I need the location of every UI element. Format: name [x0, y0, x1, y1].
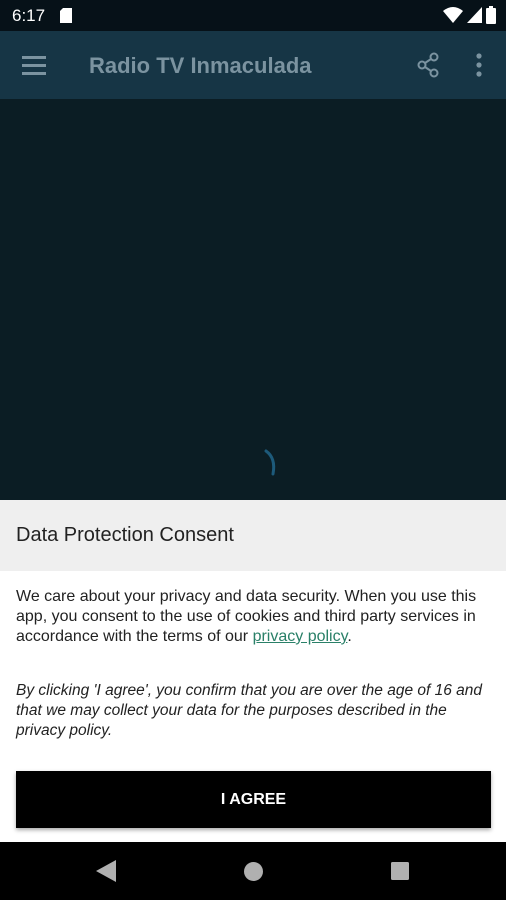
share-icon[interactable]: [416, 52, 440, 78]
battery-icon: [486, 6, 496, 24]
agree-button[interactable]: I AGREE: [16, 771, 491, 828]
consent-title: Data Protection Consent: [16, 524, 234, 546]
consent-note: By clicking 'I agree', you confirm that …: [16, 682, 483, 739]
consent-body-end: .: [347, 628, 352, 645]
home-icon[interactable]: [244, 862, 263, 881]
menu-icon[interactable]: [22, 54, 46, 76]
consent-body: We care about your privacy and data secu…: [0, 571, 506, 842]
back-icon[interactable]: [96, 860, 116, 882]
consent-body-text: We care about your privacy and data secu…: [16, 588, 477, 645]
signal-icon: [467, 7, 482, 23]
consent-text: We care about your privacy and data secu…: [16, 587, 494, 647]
privacy-policy-link[interactable]: privacy policy: [253, 628, 348, 645]
status-time: 6:17: [12, 6, 46, 25]
spinner-icon: [264, 449, 276, 476]
navigation-bar: [0, 842, 506, 900]
video-player-area[interactable]: [0, 99, 506, 500]
app-title: Radio TV Inmaculada: [89, 53, 312, 78]
consent-header: Data Protection Consent: [0, 500, 506, 571]
app-bar: Radio TV Inmaculada: [0, 31, 506, 99]
more-vert-icon[interactable]: [472, 52, 486, 78]
sd-card-icon: [60, 8, 72, 23]
status-icons: [443, 6, 496, 24]
status-bar: 6:17: [0, 0, 506, 31]
recent-apps-icon[interactable]: [391, 862, 409, 880]
wifi-icon: [443, 7, 463, 23]
